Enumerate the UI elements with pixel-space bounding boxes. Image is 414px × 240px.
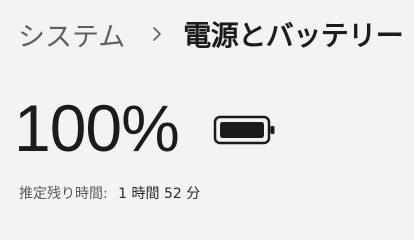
- battery-level-fill: [219, 122, 264, 138]
- estimate-value: 1 時間 52 分: [118, 186, 201, 202]
- breadcrumb: システム 電源とバッテリー: [18, 12, 404, 56]
- page-title: 電源とバッテリー: [183, 19, 404, 52]
- battery-status: 100%: [14, 88, 279, 168]
- breadcrumb-system-link[interactable]: システム: [18, 15, 125, 54]
- chevron-right-icon: [137, 24, 177, 44]
- estimate-label: 推定残り時間:: [19, 186, 108, 202]
- battery-percentage: 100%: [14, 91, 180, 165]
- battery-full-icon: [213, 113, 279, 147]
- battery-time-remaining: 推定残り時間: 1 時間 52 分: [19, 183, 200, 203]
